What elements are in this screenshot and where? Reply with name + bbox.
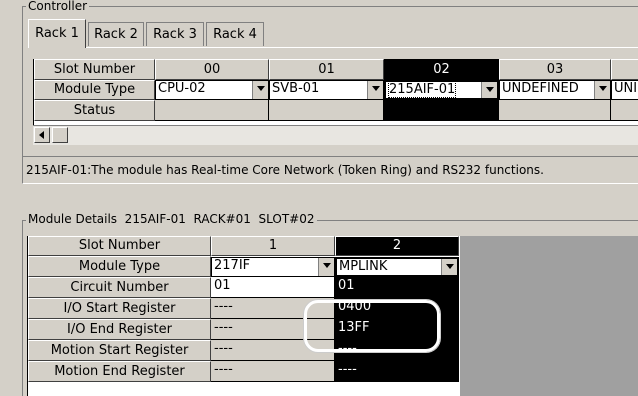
module-select-slot-04-value: UNI — [614, 81, 638, 96]
chevron-down-icon[interactable] — [318, 258, 334, 276]
chevron-down-icon[interactable] — [481, 82, 497, 98]
motion-start-register-label: Motion Start Register — [28, 340, 211, 361]
scroll-left-button[interactable] — [34, 127, 50, 143]
details-col-1-header[interactable]: 1 — [211, 236, 335, 256]
slot-header-01[interactable]: 01 — [269, 59, 384, 80]
tab-rack-4[interactable]: Rack 4 — [206, 22, 264, 46]
module-description: 215AIF-01:The module has Real-time Core … — [22, 156, 638, 184]
slot-header-03[interactable]: 03 — [499, 59, 611, 80]
motion-end-register-label: Motion End Register — [28, 361, 211, 382]
chevron-down-icon[interactable] — [367, 81, 383, 99]
chevron-down-icon[interactable] — [252, 81, 268, 99]
status-cell-01 — [269, 100, 384, 121]
module-type-label: Module Type — [34, 80, 155, 100]
status-label: Status — [34, 100, 155, 121]
details-module-type-label: Module Type — [28, 256, 211, 277]
module-select-slot-01-value: SVB-01 — [272, 81, 320, 96]
scroll-thumb[interactable] — [52, 127, 68, 143]
module-select-slot-02-value: 215AIF-01 — [388, 82, 457, 98]
module-details-label: Module Details 215AIF-01 RACK#01 SLOT#02 — [26, 212, 317, 226]
io-end-register-label: I/O End Register — [28, 319, 211, 340]
module-select-slot-00-value: CPU-02 — [158, 81, 206, 96]
controller-group-label: Controller — [26, 0, 90, 12]
circuit-number-2[interactable]: 01 — [335, 277, 459, 298]
io-start-register-label: I/O Start Register — [28, 298, 211, 319]
module-select-slot-02[interactable]: 215AIF-01 — [384, 80, 499, 100]
details-module-select-2[interactable]: MPLINK — [335, 257, 459, 277]
chevron-down-icon[interactable] — [594, 81, 610, 99]
motion-end-register-1[interactable]: ---- — [211, 361, 335, 382]
horizontal-scrollbar[interactable] — [33, 125, 638, 145]
status-cell-03 — [499, 100, 611, 121]
status-cell-04 — [611, 100, 638, 121]
details-module-select-2-value: MPLINK — [339, 259, 388, 274]
arrow-left-icon — [39, 131, 44, 139]
circuit-number-1[interactable]: 01 — [211, 277, 335, 298]
details-col-2-header[interactable]: 2 — [335, 236, 459, 256]
module-description-text: 215AIF-01:The module has Real-time Core … — [26, 163, 544, 177]
slot-header-00[interactable]: 00 — [155, 59, 269, 80]
slot-number-label: Slot Number — [34, 59, 155, 80]
details-slot-number-label: Slot Number — [28, 236, 211, 256]
details-module-select-1-value: 217IF — [214, 258, 251, 273]
module-select-slot-01[interactable]: SVB-01 — [269, 80, 384, 100]
tab-rack-1[interactable]: Rack 1 — [28, 19, 86, 48]
highlight-annotation — [304, 300, 440, 352]
motion-end-register-2[interactable]: ---- — [335, 361, 459, 382]
module-select-slot-00[interactable]: CPU-02 — [155, 80, 269, 100]
circuit-number-label: Circuit Number — [28, 277, 211, 298]
slot-header-04[interactable] — [611, 59, 638, 80]
slot-header-02[interactable]: 02 — [384, 59, 499, 80]
tab-rack-3[interactable]: Rack 3 — [146, 22, 204, 46]
details-module-select-1[interactable]: 217IF — [211, 257, 335, 277]
status-cell-00 — [155, 100, 269, 121]
tab-panel-border — [28, 47, 638, 48]
rack-grid: Slot Number 00 01 02 03 Module Type CPU-… — [33, 59, 638, 125]
chevron-down-icon[interactable] — [441, 259, 457, 275]
module-select-slot-03[interactable]: UNDEFINED — [499, 80, 611, 100]
module-select-slot-03-value: UNDEFINED — [502, 81, 579, 96]
status-cell-02 — [384, 100, 499, 121]
module-select-slot-04[interactable]: UNI — [611, 80, 638, 100]
details-empty-area — [460, 236, 638, 396]
tab-rack-2[interactable]: Rack 2 — [88, 22, 144, 46]
